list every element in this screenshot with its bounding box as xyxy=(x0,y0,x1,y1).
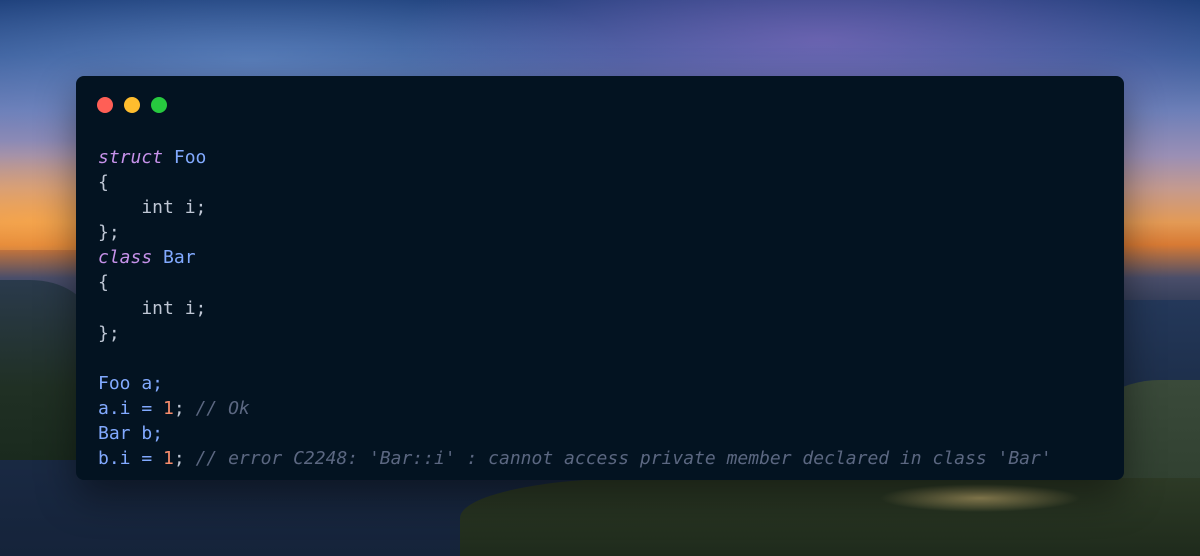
code-token: }; xyxy=(98,322,120,344)
code-token: 1 xyxy=(163,448,174,470)
close-button[interactable] xyxy=(97,97,113,113)
code-token: 1 xyxy=(163,397,174,419)
code-token: struct xyxy=(98,147,164,168)
minimize-button[interactable] xyxy=(124,97,140,113)
code-block: struct Foo{ int i;}; class Bar{ int i;}; … xyxy=(98,145,1052,471)
window-controls xyxy=(97,97,167,113)
code-line: int i; xyxy=(98,296,1052,321)
code-token: a.i = xyxy=(98,397,164,419)
code-line: a.i = 1; // Ok xyxy=(98,396,1052,421)
code-line: }; xyxy=(98,220,1052,245)
code-line: { xyxy=(98,270,1052,295)
code-token: { xyxy=(98,272,109,294)
code-line: struct Foo xyxy=(98,145,1052,170)
harbor-lights xyxy=(880,484,1080,514)
code-token: Foo a; xyxy=(98,372,164,394)
code-token: int i; xyxy=(98,297,207,319)
code-line: { xyxy=(98,170,1052,195)
code-token: Foo xyxy=(173,147,207,168)
code-token: Bar b; xyxy=(98,423,164,445)
code-token: int i; xyxy=(98,197,207,219)
code-line: Foo a; xyxy=(98,371,1052,396)
code-token: // error C2248: 'Bar::i' : cannot access… xyxy=(195,448,1052,470)
code-line: b.i = 1; // error C2248: 'Bar::i' : cann… xyxy=(98,446,1052,471)
code-token: // Ok xyxy=(195,397,250,419)
code-line: class Bar xyxy=(98,245,1052,270)
code-token: class xyxy=(98,247,153,269)
code-token: b.i = xyxy=(98,448,164,470)
code-token: { xyxy=(98,172,109,194)
code-line: }; xyxy=(98,321,1052,346)
code-line: int i; xyxy=(98,195,1052,220)
hill-bottom xyxy=(460,478,1200,556)
code-window: struct Foo{ int i;}; class Bar{ int i;}; … xyxy=(76,76,1124,480)
code-line: Bar b; xyxy=(98,421,1052,446)
maximize-button[interactable] xyxy=(151,97,167,113)
code-token: }; xyxy=(98,222,120,244)
code-token: Bar xyxy=(163,247,196,269)
code-token: ; xyxy=(173,397,196,419)
code-token: ; xyxy=(173,448,196,470)
